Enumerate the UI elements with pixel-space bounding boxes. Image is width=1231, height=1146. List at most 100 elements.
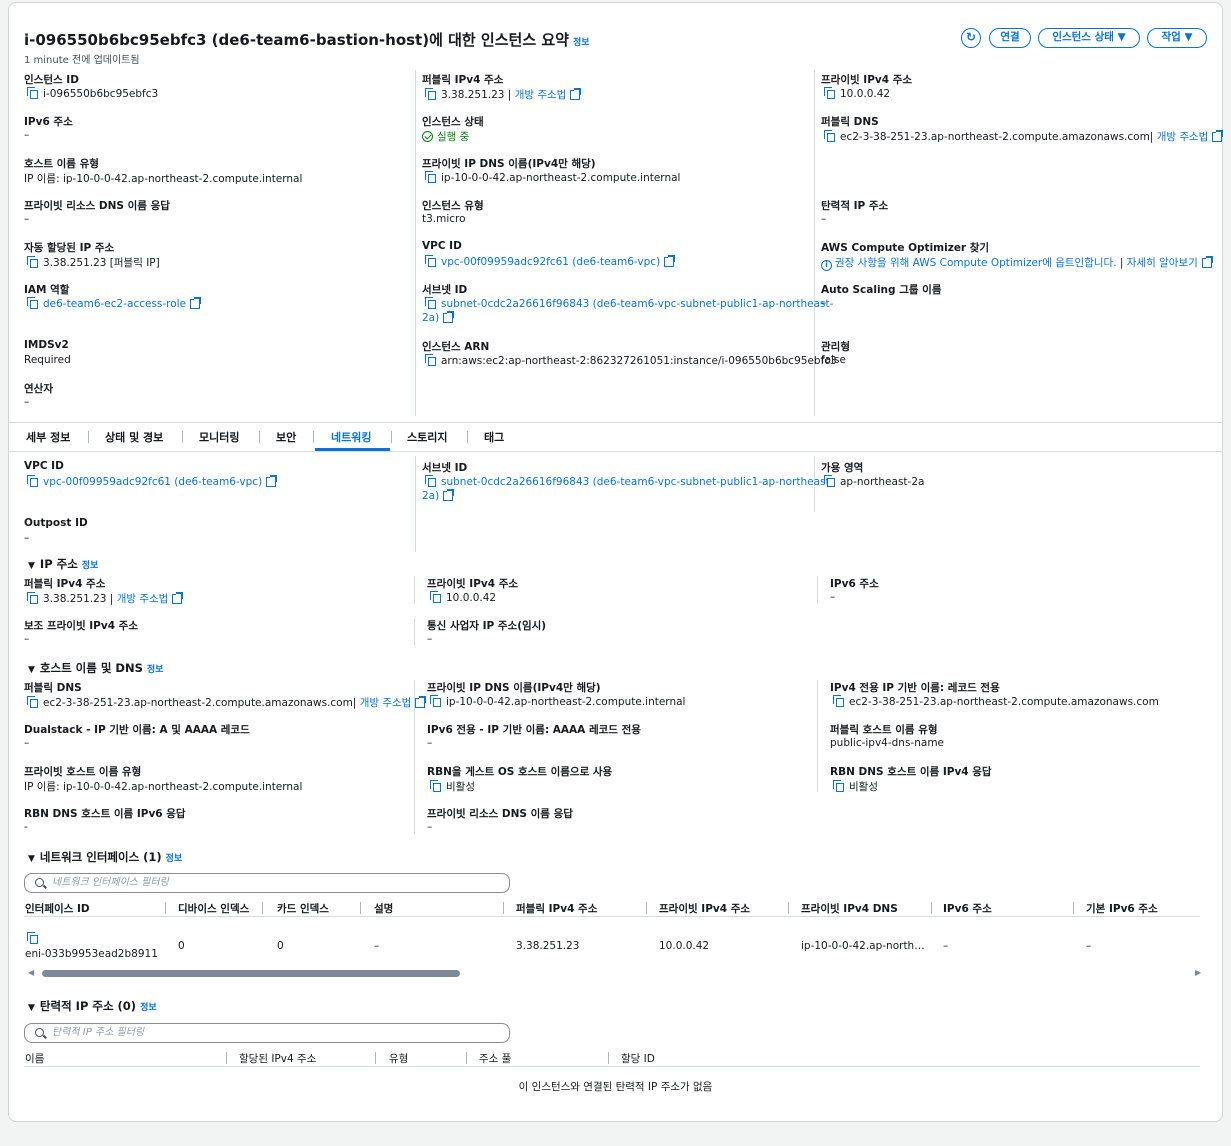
connect-button[interactable]: 연결: [989, 28, 1031, 48]
copy-icon[interactable]: [27, 87, 38, 99]
info-link[interactable]: 정보: [147, 665, 164, 675]
scroll-left-icon[interactable]: ◀: [28, 968, 34, 977]
scroll-right-icon[interactable]: ▶: [1195, 968, 1201, 977]
ip-public-ipv4-label: 퍼블릭 IPv4 주소: [24, 578, 106, 590]
copy-icon[interactable]: [425, 88, 436, 100]
copy-icon[interactable]: [425, 171, 436, 183]
copy-icon[interactable]: [833, 780, 844, 792]
info-link[interactable]: 정보: [140, 1003, 157, 1013]
info-link[interactable]: 정보: [82, 561, 99, 571]
col-description[interactable]: 설명: [374, 901, 393, 916]
copy-icon[interactable]: [27, 256, 38, 268]
search-icon: [35, 1028, 44, 1037]
eni-id-link[interactable]: eni-033b9953ead2b8911: [25, 948, 158, 960]
col-primary-ipv6[interactable]: 기본 IPv6 주소: [1086, 901, 1158, 916]
elastic-ip-value: –: [821, 213, 827, 225]
copy-icon[interactable]: [824, 475, 835, 487]
copy-icon[interactable]: [430, 591, 441, 603]
net-subnet-id-link-cont[interactable]: 2a): [422, 489, 455, 502]
caret-down-icon: ▼: [28, 665, 35, 675]
col-card-index[interactable]: 카드 인덱스: [277, 901, 329, 916]
compute-optimizer-value[interactable]: i 권장 사항을 위해 AWS Compute Optimizer에 옵트인합니다…: [821, 255, 1213, 271]
tab-storage[interactable]: 스토리지: [407, 429, 447, 445]
col-eip-pool[interactable]: 주소 풀: [479, 1051, 511, 1066]
instance-summary-panel: [8, 2, 1223, 1122]
instance-state-button[interactable]: 인스턴스 상태 ▼: [1038, 28, 1140, 48]
rbn-ipv6-label: RBN DNS 호스트 이름 IPv6 응답: [24, 808, 186, 820]
public-hostname-type-label: 퍼블릭 호스트 이름 유형: [830, 724, 938, 736]
elastic-ip-label: 탄력적 IP 주소: [821, 200, 889, 212]
eni-section-header[interactable]: ▼ 네트워크 인터페이스 (1) 정보: [28, 849, 182, 865]
tab-security[interactable]: 보안: [276, 429, 296, 445]
auto-assigned-ip-value: 3.38.251.23 [퍼블릭 IP]: [27, 255, 160, 270]
rbn-guest-value: 비활성: [430, 779, 475, 794]
eip-section-header[interactable]: ▼ 탄력적 IP 주소 (0) 정보: [28, 998, 157, 1014]
rbn-ipv6-value: -: [24, 821, 28, 833]
col-private-ipv4[interactable]: 프라이빗 IPv4 주소: [659, 901, 750, 916]
copy-icon[interactable]: [27, 592, 38, 604]
check-circle-icon: [422, 131, 433, 142]
managed-value: false: [821, 354, 846, 366]
open-address-link[interactable]: 개방 주소법: [360, 697, 412, 709]
private-ipv4-label: 프라이빗 IPv4 주소: [821, 74, 913, 86]
col-eip-allocated-ipv4[interactable]: 할당된 IPv4 주소: [239, 1051, 316, 1066]
net-vpc-id-link[interactable]: vpc-00f09959adc92fc61 (de6-team6-vpc): [27, 475, 278, 488]
tab-monitoring[interactable]: 모니터링: [199, 429, 239, 445]
copy-icon[interactable]: [824, 87, 835, 99]
col-private-ipv4-dns[interactable]: 프라이빗 IPv4 DNS: [801, 901, 898, 916]
learn-more-link[interactable]: 자세히 알아보기: [1127, 257, 1198, 269]
vpc-id-link[interactable]: vpc-00f09959adc92fc61 (de6-team6-vpc): [425, 255, 676, 268]
info-link[interactable]: 정보: [166, 854, 183, 864]
copy-icon[interactable]: [833, 695, 844, 707]
subnet-id-link-cont[interactable]: 2a): [422, 311, 455, 324]
col-interface-id[interactable]: 인터페이스 ID: [25, 901, 90, 916]
eip-empty-message: 이 인스턴스와 연결된 탄력적 IP 주소가 없음: [518, 1081, 713, 1093]
copy-icon[interactable]: [430, 780, 441, 792]
open-address-link[interactable]: 개방 주소법: [1157, 131, 1209, 143]
col-ipv6[interactable]: IPv6 주소: [943, 901, 992, 916]
copy-icon[interactable]: [425, 354, 436, 366]
copy-icon[interactable]: [27, 696, 38, 708]
copy-icon[interactable]: [425, 255, 436, 267]
tab-tags[interactable]: 태그: [484, 429, 504, 445]
external-link-icon: [570, 88, 582, 100]
copy-icon-eni[interactable]: [27, 932, 43, 945]
eni-primary-ipv6: –: [1086, 940, 1092, 952]
copy-icon[interactable]: [824, 130, 835, 142]
net-subnet-id-label: 서브넷 ID: [422, 462, 468, 474]
net-subnet-id-link[interactable]: subnet-0cdc2a26616f96843 (de6-team6-vpc-…: [425, 475, 833, 488]
dns-public-dns-label: 퍼블릭 DNS: [24, 682, 82, 694]
actions-button[interactable]: 작업 ▼: [1147, 28, 1207, 48]
tab-details[interactable]: 세부 정보: [26, 429, 70, 445]
rbn-ipv4-value: 비활성: [833, 779, 878, 794]
subnet-id-link[interactable]: subnet-0cdc2a26616f96843 (de6-team6-vpc-…: [425, 297, 833, 310]
copy-icon[interactable]: [430, 695, 441, 707]
info-link[interactable]: 정보: [573, 38, 590, 48]
refresh-icon: ↻: [965, 30, 977, 44]
eni-filter-input[interactable]: 네트워크 인터페이스 필터링: [24, 873, 510, 893]
horizontal-scrollbar[interactable]: [42, 970, 460, 977]
ipv4-ip-name-label: IPv4 전용 IP 기반 이름: 레코드 전용: [830, 682, 1000, 694]
refresh-button[interactable]: ↻: [961, 28, 981, 48]
copy-icon[interactable]: [27, 297, 38, 309]
ip-section-header[interactable]: ▼ IP 주소 정보: [28, 556, 98, 572]
auto-scaling-label: Auto Scaling 그룹 이름: [821, 284, 942, 296]
col-public-ipv4[interactable]: 퍼블릭 IPv4 주소: [516, 901, 597, 916]
copy-icon[interactable]: [27, 475, 38, 487]
col-eip-type[interactable]: 유형: [389, 1051, 408, 1066]
tab-status-alarms[interactable]: 상태 및 경보: [105, 429, 163, 445]
col-device-index[interactable]: 디바이스 인덱스: [178, 901, 249, 916]
private-hostname-type-value: IP 이름: ip-10-0-0-42.ap-northeast-2.compu…: [24, 781, 303, 793]
copy-icon[interactable]: [27, 932, 38, 944]
open-address-link[interactable]: 개방 주소법: [117, 593, 169, 605]
iam-role-link[interactable]: de6-team6-ec2-access-role: [27, 297, 202, 310]
open-address-link[interactable]: 개방 주소법: [515, 89, 567, 101]
external-link-icon: [415, 696, 427, 708]
col-eip-name[interactable]: 이름: [25, 1051, 44, 1066]
dns-section-header[interactable]: ▼ 호스트 이름 및 DNS 정보: [28, 660, 163, 676]
col-eip-allocation-id[interactable]: 할당 ID: [621, 1051, 655, 1066]
eip-filter-input[interactable]: 탄력적 IP 주소 필터링: [24, 1023, 510, 1043]
tab-networking[interactable]: 네트워킹: [331, 429, 371, 445]
copy-icon[interactable]: [425, 475, 436, 487]
copy-icon[interactable]: [425, 297, 436, 309]
